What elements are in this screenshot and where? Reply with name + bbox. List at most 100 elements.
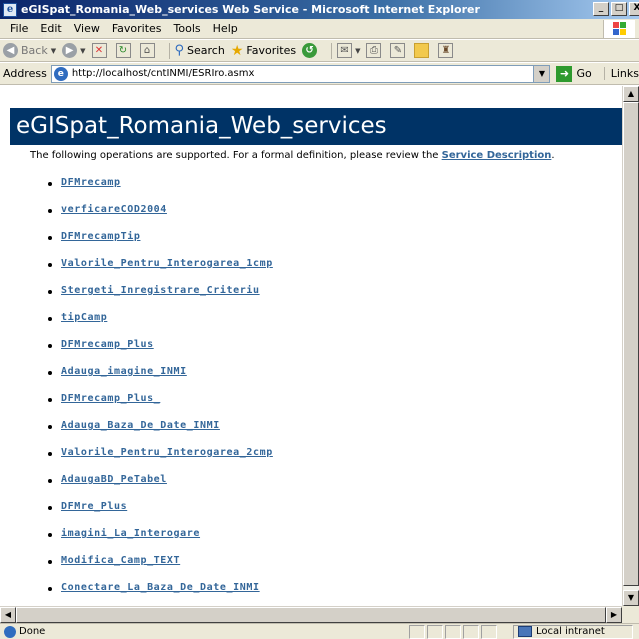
go-button[interactable]: ➜ Go bbox=[556, 65, 592, 82]
menu-help[interactable]: Help bbox=[207, 22, 244, 35]
home-icon: ⌂ bbox=[139, 43, 155, 58]
menu-edit[interactable]: Edit bbox=[34, 22, 67, 35]
list-item: DFMre_Plus bbox=[30, 501, 273, 528]
folder-icon bbox=[414, 43, 430, 58]
scroll-right-button[interactable]: ▶ bbox=[606, 607, 622, 623]
vertical-scrollbar[interactable]: ▲ ▼ bbox=[622, 86, 639, 606]
operation-link[interactable]: Stergeti_Inregistrare_Criteriu bbox=[61, 285, 260, 296]
links-button[interactable]: Links bbox=[603, 67, 639, 80]
stop-icon: ✕ bbox=[91, 43, 107, 58]
windows-logo-icon bbox=[603, 20, 635, 38]
menu-file[interactable]: File bbox=[4, 22, 34, 35]
forward-button[interactable]: ▶ ▼ bbox=[62, 43, 86, 58]
toolbar-separator bbox=[331, 42, 333, 59]
status-panel bbox=[481, 624, 497, 639]
vertical-scroll-thumb[interactable] bbox=[623, 102, 639, 586]
service-description-link[interactable]: Service Description bbox=[442, 150, 552, 161]
menu-view[interactable]: View bbox=[68, 22, 106, 35]
favorites-label: Favorites bbox=[246, 44, 297, 57]
history-button[interactable]: ↺ bbox=[302, 43, 320, 58]
operation-link[interactable]: Valorile_Pentru_Interogarea_2cmp bbox=[61, 447, 273, 458]
list-item: Conectare_La_Baza_De_Date_INMI bbox=[30, 582, 273, 606]
operation-link[interactable]: imagini_La_Interogare bbox=[61, 528, 200, 539]
list-item: Adauga_imagine_INMI bbox=[30, 366, 273, 393]
list-item: DFMrecamp_Plus_ bbox=[30, 393, 273, 420]
computer-icon bbox=[518, 626, 532, 637]
folder-button[interactable] bbox=[414, 43, 432, 58]
list-item: Modifica_Camp_TEXT bbox=[30, 555, 273, 582]
scroll-down-button[interactable]: ▼ bbox=[623, 590, 639, 606]
print-button[interactable]: ⎙ bbox=[366, 43, 384, 58]
edit-button[interactable]: ✎ bbox=[390, 43, 408, 58]
operation-link[interactable]: DFMrecampTip bbox=[61, 231, 140, 242]
status-panel bbox=[427, 624, 443, 639]
search-icon: ⚲ bbox=[174, 43, 185, 58]
search-button[interactable]: ⚲ Search bbox=[175, 43, 225, 58]
home-button[interactable]: ⌂ bbox=[139, 43, 158, 58]
list-item: Valorile_Pentru_Interogarea_1cmp bbox=[30, 258, 273, 285]
stop-button[interactable]: ✕ bbox=[91, 43, 110, 58]
operation-link[interactable]: DFMrecamp bbox=[61, 177, 121, 188]
page-done-icon bbox=[4, 625, 16, 638]
mail-icon: ✉ bbox=[337, 43, 353, 58]
operation-link[interactable]: DFMrecamp_Plus_ bbox=[61, 393, 160, 404]
operation-link[interactable]: Adauga_imagine_INMI bbox=[61, 366, 187, 377]
refresh-icon: ↻ bbox=[115, 43, 131, 58]
chevron-down-icon: ▼ bbox=[355, 46, 361, 55]
horizontal-scroll-thumb[interactable] bbox=[16, 607, 606, 623]
operation-link[interactable]: tipCamp bbox=[61, 312, 107, 323]
mail-button[interactable]: ✉ ▼ bbox=[337, 43, 360, 58]
operation-link[interactable]: Adauga_Baza_De_Date_INMI bbox=[61, 420, 220, 431]
status-panel bbox=[409, 624, 425, 639]
address-label: Address bbox=[3, 67, 47, 80]
intro-suffix: . bbox=[551, 150, 555, 161]
operation-link[interactable]: DFMre_Plus bbox=[61, 501, 127, 512]
print-icon: ⎙ bbox=[366, 43, 382, 58]
back-arrow-icon: ◀ bbox=[3, 43, 18, 58]
list-item: imagini_La_Interogare bbox=[30, 528, 273, 555]
list-item: verficareCOD2004 bbox=[30, 204, 273, 231]
address-input[interactable] bbox=[71, 68, 542, 79]
minimize-button[interactable]: _ bbox=[593, 2, 609, 16]
operation-link[interactable]: AdaugaBD_PeTabel bbox=[61, 474, 167, 485]
operation-link[interactable]: verficareCOD2004 bbox=[61, 204, 167, 215]
status-text: Done bbox=[19, 626, 46, 637]
operation-link[interactable]: DFMrecamp_Plus bbox=[61, 339, 154, 350]
scroll-up-button[interactable]: ▲ bbox=[623, 86, 639, 102]
operation-link[interactable]: Conectare_La_Baza_De_Date_INMI bbox=[61, 582, 260, 593]
intro-text: The following operations are supported. … bbox=[30, 150, 555, 161]
edit-icon: ✎ bbox=[390, 43, 406, 58]
menu-bar: File Edit View Favorites Tools Help bbox=[0, 19, 639, 39]
list-item: DFMrecamp_Plus bbox=[30, 339, 273, 366]
operation-link[interactable]: Modifica_Camp_TEXT bbox=[61, 555, 180, 566]
address-field[interactable]: e ▼ bbox=[50, 64, 551, 83]
go-label: Go bbox=[576, 67, 592, 80]
address-bar: Address e ▼ ➜ Go Links bbox=[0, 63, 639, 85]
operation-link[interactable]: Valorile_Pentru_Interogarea_1cmp bbox=[61, 258, 273, 269]
chevron-down-icon: ▼ bbox=[50, 46, 57, 55]
horizontal-scrollbar[interactable]: ◀ ▶ bbox=[0, 606, 622, 623]
window-controls: _ □ X bbox=[591, 2, 639, 16]
refresh-button[interactable]: ↻ bbox=[115, 43, 134, 58]
research-button[interactable]: ♜ bbox=[438, 43, 456, 58]
ie-icon: e bbox=[3, 2, 17, 17]
toolbar-separator bbox=[168, 42, 170, 59]
page-viewport: eGISpat_Romania_Web_services The followi… bbox=[0, 86, 622, 606]
menu-tools[interactable]: Tools bbox=[168, 22, 207, 35]
menu-favorites[interactable]: Favorites bbox=[106, 22, 168, 35]
status-panel bbox=[463, 624, 479, 639]
status-bar: Done Local intranet bbox=[0, 623, 639, 639]
scroll-left-button[interactable]: ◀ bbox=[0, 607, 16, 623]
standard-toolbar: ◀ Back ▼ ▶ ▼ ✕ ↻ ⌂ ⚲ Search ★ Favorites … bbox=[0, 40, 639, 62]
title-bar: e eGISpat_Romania_Web_services Web Servi… bbox=[0, 0, 639, 19]
list-item: AdaugaBD_PeTabel bbox=[30, 474, 273, 501]
maximize-button[interactable]: □ bbox=[611, 2, 627, 16]
chevron-down-icon: ▼ bbox=[80, 46, 86, 55]
back-button[interactable]: ◀ Back ▼ bbox=[3, 43, 56, 58]
favorites-button[interactable]: ★ Favorites bbox=[231, 43, 296, 59]
close-button[interactable]: X bbox=[629, 2, 639, 16]
address-dropdown-button[interactable]: ▼ bbox=[533, 65, 550, 82]
list-item: DFMrecampTip bbox=[30, 231, 273, 258]
back-label: Back bbox=[21, 44, 48, 57]
zone-label: Local intranet bbox=[536, 626, 605, 637]
